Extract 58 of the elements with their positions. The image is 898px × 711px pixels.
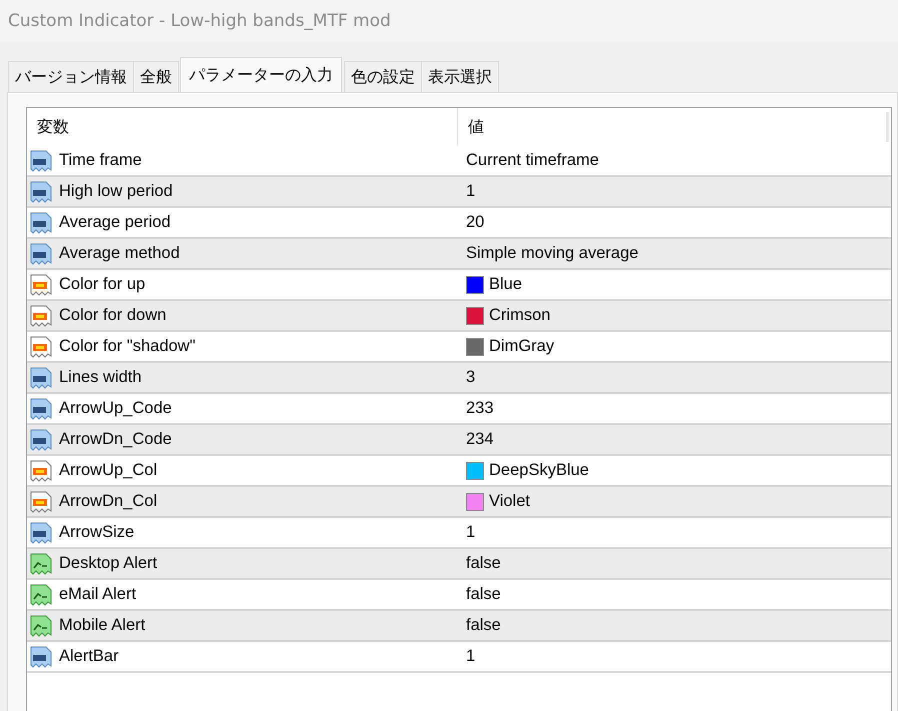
number-icon [29, 396, 53, 420]
parameter-value[interactable]: DeepSkyBlue [489, 461, 589, 480]
number-icon [29, 180, 53, 204]
parameter-value[interactable]: false [466, 554, 501, 573]
color-icon [29, 490, 53, 514]
toggle-icon [29, 614, 53, 638]
parameter-name: Average period [59, 213, 171, 232]
parameter-name: Desktop Alert [59, 554, 158, 573]
tab[interactable]: 表示選択 [421, 61, 499, 92]
column-header[interactable]: 値 [458, 116, 484, 138]
parameter-name: Color for up [59, 275, 146, 294]
parameter-name: ArrowDn_Code [59, 430, 172, 449]
parameter-name: ArrowUp_Code [59, 399, 172, 418]
parameter-value[interactable]: 1 [466, 523, 476, 542]
parameter-value[interactable]: Blue [489, 275, 522, 294]
tab[interactable]: 全般 [133, 61, 179, 92]
parameter-value[interactable]: 3 [466, 368, 476, 387]
parameter-name: Color for "shadow" [59, 337, 196, 356]
parameter-value[interactable]: false [466, 616, 501, 635]
number-icon [29, 428, 53, 452]
number-icon [29, 366, 53, 390]
parameter-value[interactable]: 233 [466, 399, 494, 418]
column-header[interactable]: 変数 [27, 116, 457, 138]
toggle-icon [29, 552, 53, 576]
parameter-value[interactable]: false [466, 585, 501, 604]
parameter-name: ArrowDn_Col [59, 492, 158, 511]
toggle-icon [29, 582, 53, 606]
color-icon [29, 334, 53, 358]
parameter-value[interactable]: Crimson [489, 306, 550, 325]
parameter-name: eMail Alert [59, 585, 136, 604]
number-icon [29, 148, 53, 172]
parameter-value[interactable]: 20 [466, 213, 484, 232]
parameter-name: AlertBar [59, 647, 119, 666]
number-icon [29, 644, 53, 668]
parameter-value[interactable]: DimGray [489, 337, 554, 356]
parameter-value[interactable]: Violet [489, 492, 530, 511]
parameter-name: Mobile Alert [59, 616, 146, 635]
parameter-value[interactable]: 234 [466, 430, 494, 449]
parameter-value[interactable]: 1 [466, 182, 476, 201]
color-icon [29, 304, 53, 328]
tab[interactable]: バージョン情報 [8, 61, 134, 92]
parameter-name: Average method [59, 244, 180, 263]
parameter-name: High low period [59, 182, 173, 201]
parameter-name: ArrowUp_Col [59, 461, 158, 480]
number-icon [29, 520, 53, 544]
color-icon [29, 272, 53, 296]
parameter-name: Lines width [59, 368, 142, 387]
parameter-value[interactable]: Current timeframe [466, 151, 599, 170]
number-icon [29, 210, 53, 234]
tab[interactable]: パラメーターの入力 [180, 57, 342, 92]
tab[interactable]: 色の設定 [344, 61, 422, 92]
color-icon [29, 458, 53, 482]
parameter-value[interactable]: 1 [466, 647, 476, 666]
parameter-name: ArrowSize [59, 523, 134, 542]
parameter-name: Color for down [59, 306, 166, 325]
parameter-name: Time frame [59, 151, 142, 170]
parameter-value[interactable]: Simple moving average [466, 244, 638, 263]
number-icon [29, 242, 53, 266]
